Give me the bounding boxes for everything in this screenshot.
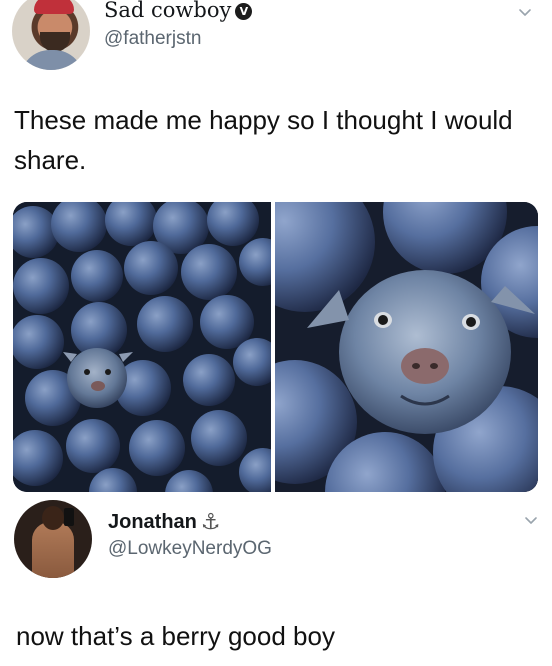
avatar-beard	[40, 32, 70, 52]
media-image-blueberries-dog-closeup[interactable]	[275, 202, 538, 492]
verified-badge-icon: V	[235, 3, 253, 20]
avatar-cap	[34, 0, 74, 14]
user-display-name[interactable]: Sad cowboy V	[104, 0, 253, 22]
reply-text: now that’s a berry good boy	[16, 621, 335, 651]
user-handle[interactable]: @fatherjstn	[104, 28, 201, 50]
reply-display-name-text: Jonathan	[108, 511, 197, 533]
chevron-down-icon[interactable]	[524, 514, 538, 528]
avatar-phone	[64, 508, 74, 526]
display-name-text: Sad cowboy	[104, 0, 232, 22]
user-avatar[interactable]	[12, 0, 90, 70]
media-image-blueberries-dog-small[interactable]	[13, 202, 271, 492]
reply-user-handle[interactable]: @LowkeyNerdyOG	[108, 538, 272, 560]
avatar-shirt	[20, 50, 84, 70]
avatar-torso	[32, 522, 74, 578]
reply-display-name[interactable]: Jonathan ⚓	[108, 510, 221, 535]
tweet-header: Sad cowboy V @fatherjstn	[0, 0, 552, 78]
tweet-media	[13, 202, 538, 492]
tweet-text: These made me happy so I thought I would…	[14, 105, 513, 175]
blueberries-illustration	[13, 202, 271, 492]
avatar-head	[42, 506, 64, 530]
reply-header: Jonathan ⚓ @LowkeyNerdyOG	[0, 500, 552, 580]
chevron-down-icon[interactable]	[518, 6, 532, 20]
dog-closeup-illustration	[275, 202, 538, 492]
anchor-emoji-icon: ⚓	[200, 510, 221, 535]
reply-user-avatar[interactable]	[14, 500, 92, 578]
